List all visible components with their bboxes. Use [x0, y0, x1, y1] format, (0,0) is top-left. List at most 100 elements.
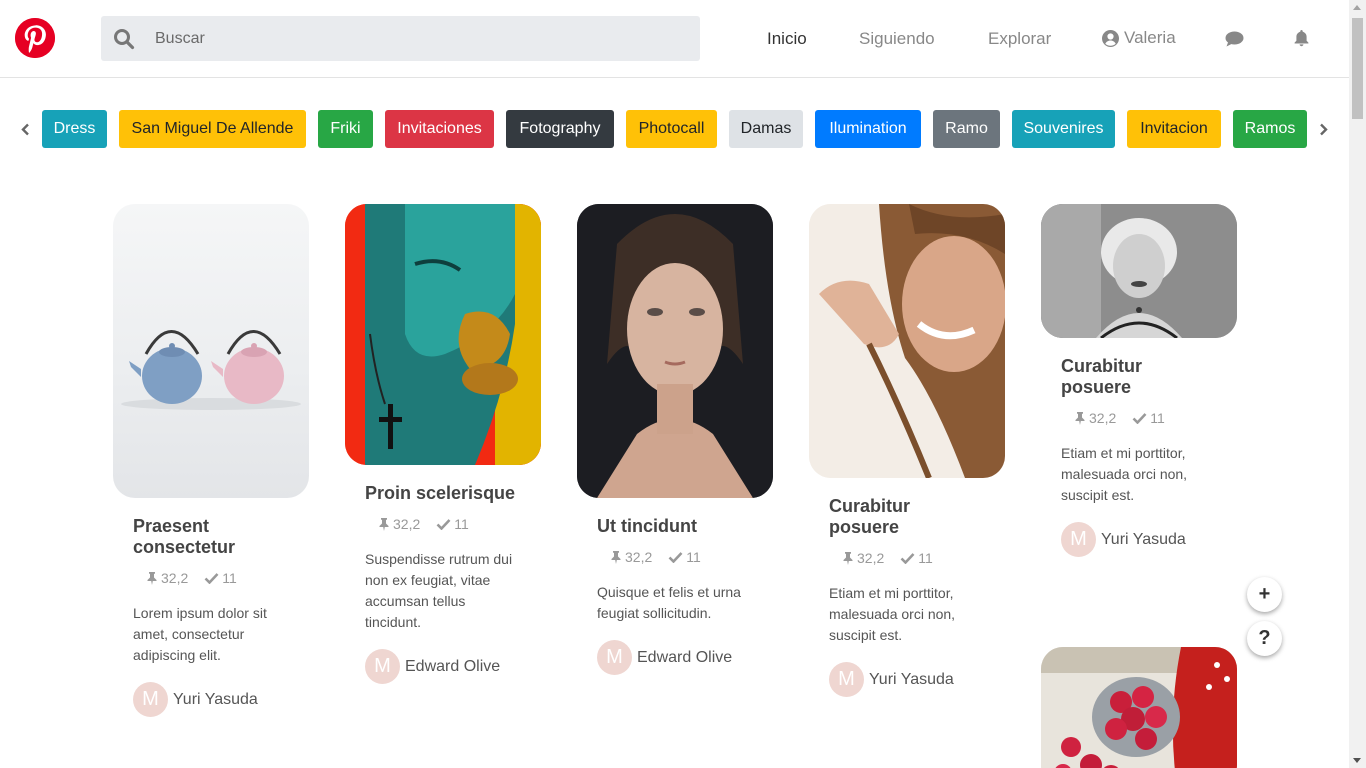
avatar[interactable]: M	[1061, 522, 1096, 557]
pinterest-logo-icon[interactable]	[15, 18, 55, 58]
tag-chip[interactable]: Invitaciones	[385, 110, 494, 148]
tag-chip[interactable]: Photocall	[626, 110, 717, 148]
search-icon[interactable]	[113, 28, 135, 50]
tag-chip[interactable]: Ramos	[1233, 110, 1307, 148]
pin-description: Etiam et mi porttitor, malesuada orci no…	[1061, 445, 1188, 503]
scroll-down-arrow-icon[interactable]	[1353, 758, 1361, 763]
pin-image-teapots[interactable]	[113, 204, 309, 498]
tag-chip[interactable]: San Miguel De Allende	[119, 110, 306, 148]
pin-description: Lorem ipsum dolor sit amet, consectetur …	[133, 605, 267, 663]
tag-chip[interactable]: Ramo	[933, 110, 1000, 148]
pin-saves-stat: 32,2	[610, 549, 652, 565]
pin-title[interactable]: Curabitur posuere	[1061, 356, 1217, 398]
pin-description: Quisque et felis et urna feugiat sollici…	[597, 584, 741, 621]
pin-checks-count: 11	[222, 570, 237, 586]
pin-author[interactable]: M Yuri Yasuda	[829, 662, 1005, 697]
thumbtack-icon	[611, 551, 621, 564]
pin-title[interactable]: Curabitur posuere	[829, 496, 985, 538]
avatar[interactable]: M	[365, 649, 400, 684]
pin-saves-stat: 32,2	[378, 516, 420, 532]
pin-card[interactable]: Ut tincidunt 32,2 11 Quisque et felis et…	[577, 204, 773, 675]
avatar[interactable]: M	[829, 662, 864, 697]
page: Inicio Siguiendo Explorar Valeria	[0, 0, 1366, 768]
add-button[interactable]: +	[1247, 577, 1282, 612]
pin-image-raspberries[interactable]	[1041, 647, 1237, 768]
tag-chip[interactable]: Fotography	[506, 110, 614, 148]
pin-author-name[interactable]: Yuri Yasuda	[173, 691, 258, 709]
pin-author-name[interactable]: Yuri Yasuda	[869, 671, 954, 689]
pin-card[interactable]: Curabitur posuere 32,2 11 Etiam et mi po…	[1041, 204, 1237, 557]
thumbtack-icon	[843, 552, 853, 565]
scrollbar-thumb[interactable]	[1352, 18, 1363, 119]
pin-description: Etiam et mi porttitor, malesuada orci no…	[829, 585, 956, 643]
pin-card[interactable]: Praesent consectetur 32,2 11 Lorem ipsum…	[113, 204, 309, 717]
tag-chip[interactable]: Invitacion	[1127, 110, 1221, 148]
pin-saves-count: 32,2	[857, 550, 885, 566]
tags-prev-button[interactable]	[15, 118, 35, 140]
search-input[interactable]	[155, 16, 685, 61]
thumbtack-icon	[1075, 412, 1085, 425]
pin-author-name[interactable]: Yuri Yasuda	[1101, 531, 1186, 549]
nav-home-link[interactable]: Inicio	[767, 29, 807, 49]
pin-card[interactable]	[1041, 647, 1237, 768]
tag-chip[interactable]: Ilumination	[815, 110, 921, 148]
pin-checks-stat: 11	[668, 549, 701, 565]
check-icon	[1132, 413, 1147, 424]
search-bar	[101, 16, 700, 61]
check-icon	[668, 552, 683, 563]
pin-title[interactable]: Ut tincidunt	[597, 516, 753, 537]
help-button[interactable]: ?	[1247, 621, 1282, 656]
pin-card[interactable]: Curabitur posuere 32,2 11 Etiam et mi po…	[809, 204, 1005, 697]
tag-chip[interactable]: Souvenires	[1012, 110, 1115, 148]
tags-next-button[interactable]	[1313, 118, 1333, 140]
pin-image-marilyn[interactable]	[1041, 204, 1237, 338]
tag-chip[interactable]: Friki	[318, 110, 373, 148]
top-navbar: Inicio Siguiendo Explorar Valeria	[0, 0, 1349, 78]
pin-stats: 32,2 11	[1074, 410, 1237, 426]
check-icon	[204, 573, 219, 584]
pin-checks-count: 11	[686, 549, 701, 565]
pin-image-portrait-girl[interactable]	[577, 204, 773, 498]
nav-user-name: Valeria	[1124, 28, 1176, 47]
nav-user-link[interactable]: Valeria	[1102, 28, 1176, 48]
pin-saves-count: 32,2	[1089, 410, 1117, 426]
pin-saves-stat: 32,2	[146, 570, 188, 586]
pin-saves-stat: 32,2	[1074, 410, 1116, 426]
tag-chip[interactable]: Damas	[729, 110, 803, 148]
pin-checks-stat: 11	[1132, 410, 1165, 426]
scroll-up-arrow-icon[interactable]	[1353, 5, 1361, 10]
pin-saves-count: 32,2	[393, 516, 421, 532]
nav-explore-link[interactable]: Explorar	[988, 29, 1051, 49]
tag-chip[interactable]: Dress	[42, 110, 107, 148]
pin-title[interactable]: Proin scelerisque	[365, 483, 521, 504]
pin-author-name[interactable]: Edward Olive	[637, 649, 732, 667]
pin-image-smiling-woman[interactable]	[809, 204, 1005, 478]
chevron-right-icon	[1319, 123, 1328, 135]
pin-saves-count: 32,2	[625, 549, 653, 565]
pin-checks-count: 11	[1150, 410, 1165, 426]
pin-stats: 32,2 11	[610, 549, 773, 565]
pin-stats: 32,2 11	[378, 516, 541, 532]
pin-author[interactable]: M Yuri Yasuda	[133, 682, 309, 717]
avatar[interactable]: M	[133, 682, 168, 717]
pin-author[interactable]: M Edward Olive	[365, 649, 541, 684]
nav-following-link[interactable]: Siguiendo	[859, 29, 935, 49]
pin-author[interactable]: M Edward Olive	[597, 640, 773, 675]
page-scrollbar[interactable]	[1349, 0, 1366, 768]
pin-card[interactable]: Proin scelerisque 32,2 11 Suspendisse ru…	[345, 204, 541, 684]
pin-saves-stat: 32,2	[842, 550, 884, 566]
pin-author-name[interactable]: Edward Olive	[405, 658, 500, 676]
bell-icon[interactable]	[1294, 29, 1309, 47]
pin-description: Suspendisse rutrum dui non ex feugiat, v…	[365, 551, 513, 630]
check-icon	[436, 519, 451, 530]
pin-image-portrait-neon[interactable]	[345, 204, 541, 465]
pin-title[interactable]: Praesent consectetur	[133, 516, 289, 558]
pin-stats: 32,2 11	[146, 570, 309, 586]
pin-checks-stat: 11	[900, 550, 933, 566]
avatar[interactable]: M	[597, 640, 632, 675]
thumbtack-icon	[379, 518, 389, 531]
pin-author[interactable]: M Yuri Yasuda	[1061, 522, 1237, 557]
chat-icon[interactable]	[1225, 31, 1244, 47]
pin-checks-stat: 11	[436, 516, 469, 532]
thumbtack-icon	[147, 572, 157, 585]
